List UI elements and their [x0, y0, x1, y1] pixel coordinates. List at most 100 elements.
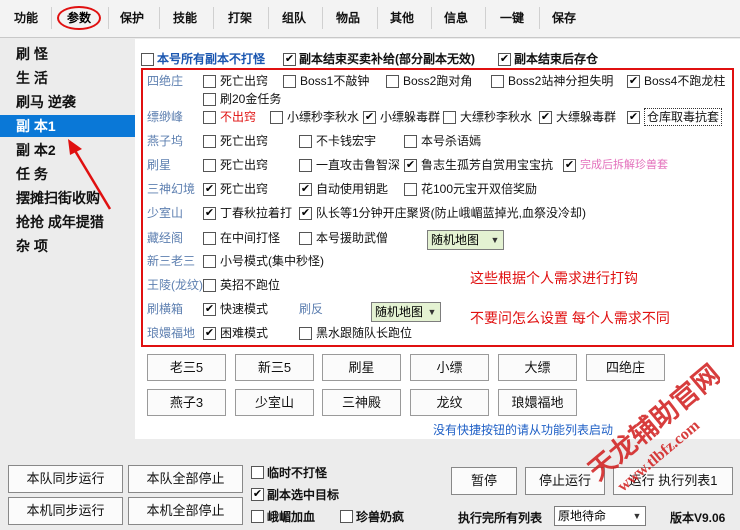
option-label: 死亡出窍 [220, 74, 269, 88]
checkbox-target[interactable]: ✔ [251, 488, 264, 501]
checkbox[interactable] [299, 159, 312, 172]
checkbox[interactable] [386, 75, 399, 88]
option-label: 丁春秋拉着打 [220, 206, 293, 220]
option-label: 不卡钱宏宇 [316, 134, 377, 148]
pause-button[interactable]: 暂停 [451, 467, 517, 495]
sidebar-item-dungeon1[interactable]: 副 本1 [0, 115, 135, 137]
checkbox[interactable]: ✔ [203, 183, 216, 196]
checkbox[interactable]: ✔ [627, 111, 640, 124]
option-label: 困难模式 [220, 326, 269, 340]
tab-other[interactable]: 其他 [379, 5, 425, 31]
finish-action-select[interactable]: 原地待命 ▼ [554, 506, 646, 526]
local-sync-button[interactable]: 本机同步运行 [8, 497, 123, 525]
checkbox[interactable] [299, 327, 312, 340]
tab-protect[interactable]: 保护 [110, 5, 154, 31]
checkbox[interactable]: ✔ [203, 327, 216, 340]
quick-button[interactable]: 大缥 [498, 354, 577, 381]
checkbox[interactable] [299, 135, 312, 148]
checkbox[interactable] [203, 255, 216, 268]
checkbox-trade-supply[interactable]: ✔ [283, 53, 296, 66]
quick-button[interactable]: 琅嬛福地 [498, 389, 577, 416]
tab-divider [431, 7, 432, 29]
quick-button[interactable]: 老三5 [147, 354, 226, 381]
checkbox[interactable] [404, 135, 417, 148]
hint-text: 没有快捷按钮的请从功能列表启动 [433, 423, 614, 437]
option-label: 死亡出窍 [220, 182, 269, 196]
no-fight-label: 本号所有副本不打怪 [157, 52, 266, 66]
checkbox[interactable]: ✔ [404, 159, 417, 172]
checkbox[interactable] [283, 75, 296, 88]
checkbox[interactable] [270, 111, 283, 124]
tab-items[interactable]: 物品 [324, 5, 372, 31]
checkbox-store-after[interactable]: ✔ [498, 53, 511, 66]
local-stop-button[interactable]: 本机全部停止 [128, 497, 243, 525]
emei-label: 峨嵋加血 [267, 510, 316, 524]
tab-divider [322, 7, 323, 29]
tab-onekey[interactable]: 一键 [488, 5, 536, 31]
checkbox[interactable]: ✔ [299, 183, 312, 196]
checkbox[interactable]: ✔ [363, 111, 376, 124]
quick-button[interactable]: 龙纹 [410, 389, 489, 416]
tab-divider [485, 7, 486, 29]
checkbox[interactable]: ✔ [539, 111, 552, 124]
option-label: 在中间打怪 [220, 231, 281, 245]
quick-button[interactable]: 燕子3 [147, 389, 226, 416]
sidebar-item-horse[interactable]: 刷马 逆袭 [0, 91, 135, 113]
target-label: 副本选中目标 [267, 488, 340, 502]
quick-button[interactable]: 少室山 [235, 389, 314, 416]
checkbox[interactable]: ✔ [203, 303, 216, 316]
map-select-shuafan[interactable]: 随机地图 ▼ [371, 302, 441, 322]
category-label: 刷横箱 [147, 302, 184, 316]
option-label: 刷反 [299, 302, 324, 316]
quick-button[interactable]: 刷星 [322, 354, 401, 381]
category-label: 刷星 [147, 158, 172, 172]
team-stop-button[interactable]: 本队全部停止 [128, 465, 243, 493]
tab-function[interactable]: 功能 [4, 5, 48, 31]
checkbox-emei[interactable] [251, 510, 264, 523]
checkbox[interactable] [491, 75, 504, 88]
checkbox[interactable] [404, 183, 417, 196]
option-label: Boss2站神分担失明 [508, 74, 614, 88]
option-label: 本号援助武僧 [316, 231, 389, 245]
quick-button[interactable]: 新三5 [235, 354, 314, 381]
checkbox[interactable]: ✔ [627, 75, 640, 88]
checkbox[interactable] [299, 232, 312, 245]
quick-button[interactable]: 四绝庄 [586, 354, 665, 381]
checkbox[interactable]: ✔ [299, 207, 312, 220]
tab-info[interactable]: 信息 [433, 5, 479, 31]
checkbox[interactable]: ✔ [203, 207, 216, 220]
option-label: 本号杀语嫣 [421, 134, 482, 148]
checkbox-temp-no-fight[interactable] [251, 466, 264, 479]
checkbox[interactable] [203, 75, 216, 88]
checkbox[interactable] [203, 232, 216, 245]
checkbox[interactable] [443, 111, 456, 124]
checkbox[interactable] [203, 93, 216, 106]
checkbox-pet[interactable] [340, 510, 353, 523]
sidebar-item-life[interactable]: 生 活 [0, 67, 135, 89]
tab-team[interactable]: 组队 [270, 5, 318, 31]
sidebar-item-misc[interactable]: 杂 项 [0, 235, 135, 257]
checkbox[interactable]: ✔ [563, 159, 576, 172]
category-label: 琅嬛福地 [147, 326, 196, 340]
team-sync-button[interactable]: 本队同步运行 [8, 465, 123, 493]
option-label: 完成后拆解珍兽套 [580, 159, 668, 171]
run-list-button[interactable]: 运行 执行列表1 [613, 467, 733, 495]
checkbox[interactable] [203, 135, 216, 148]
red-circle-annotation [57, 6, 101, 30]
checkbox[interactable] [203, 159, 216, 172]
select-value: 原地待命 [558, 509, 607, 523]
checkbox[interactable] [203, 279, 216, 292]
sidebar-item-monster[interactable]: 刷 怪 [0, 43, 135, 65]
checkbox-no-fight[interactable] [141, 53, 154, 66]
option-label: 一直攻击鲁智深 [316, 158, 401, 172]
checkbox[interactable] [203, 111, 216, 124]
quick-button[interactable]: 三神殿 [322, 389, 401, 416]
quick-button[interactable]: 小缥 [410, 354, 489, 381]
tab-skill[interactable]: 技能 [162, 5, 208, 31]
tab-fight[interactable]: 打架 [215, 5, 265, 31]
stop-run-button[interactable]: 停止运行 [525, 467, 605, 495]
map-select-cangjing[interactable]: 随机地图 ▼ [427, 230, 504, 250]
category-label: 四绝庄 [147, 74, 184, 88]
option-label: 自动使用钥匙 [316, 182, 389, 196]
tab-save[interactable]: 保存 [541, 5, 587, 31]
